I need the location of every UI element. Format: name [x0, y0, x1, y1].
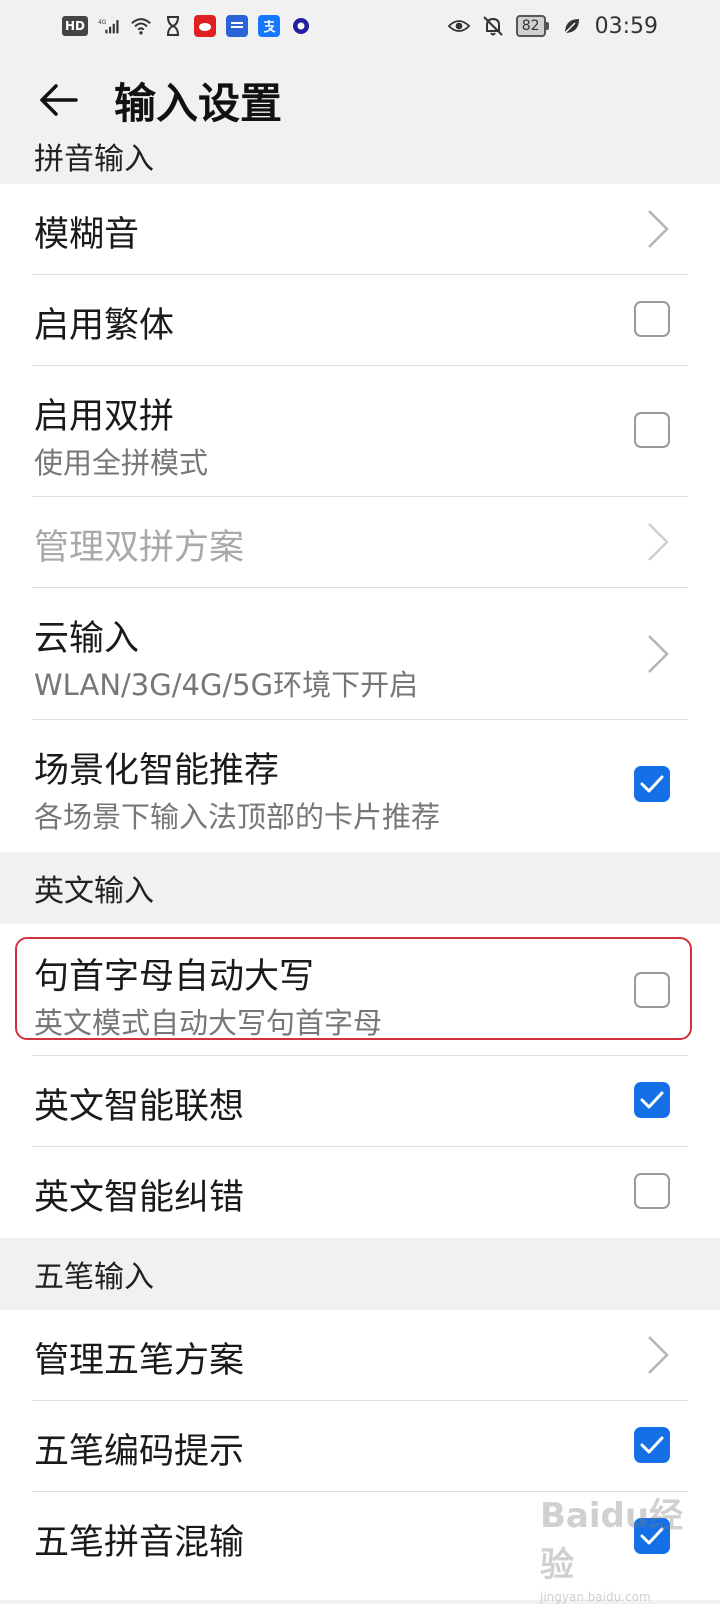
wubi-settings-group: 管理五笔方案 五笔编码提示 五笔拼音混输 — [0, 1310, 720, 1600]
english-autocorrect-checkbox[interactable] — [634, 1173, 670, 1209]
chevron-right-icon — [648, 635, 669, 673]
check-icon — [640, 775, 664, 793]
english-settings-group: 句首字母自动大写 英文模式自动大写句首字母 英文智能联想 英文智能纠错 — [0, 924, 720, 1238]
battery-icon: 82 — [515, 15, 549, 37]
row-english-autocorrect[interactable]: 英文智能纠错 — [0, 1147, 720, 1238]
news-app-icon — [226, 15, 249, 37]
check-icon — [640, 1436, 664, 1454]
battery-level: 82 — [515, 15, 546, 37]
back-button[interactable] — [30, 72, 86, 128]
row-manage-double-pinyin: 管理双拼方案 — [0, 497, 720, 588]
row-english-prediction[interactable]: 英文智能联想 — [0, 1056, 720, 1147]
row-cloud-input[interactable]: 云输入 WLAN/3G/4G/5G环境下开启 — [0, 588, 720, 720]
status-bar: HD 4G 82 03:59 — [0, 0, 720, 52]
chevron-right-icon — [648, 210, 669, 248]
section-header-wubi: 五笔输入 — [0, 1238, 720, 1310]
auto-capitalize-checkbox[interactable] — [634, 972, 670, 1008]
signal-icon: 4G — [98, 15, 120, 37]
page-title: 输入设置 — [114, 78, 283, 128]
row-wubi-pinyin-mix[interactable]: 五笔拼音混输 — [0, 1492, 720, 1600]
chevron-right-icon — [648, 1336, 669, 1374]
row-smart-recommend[interactable]: 场景化智能推荐 各场景下输入法顶部的卡片推荐 — [0, 720, 720, 852]
sina-icon — [194, 15, 217, 37]
wifi-icon — [130, 15, 152, 37]
app-bar: 输入设置 — [0, 52, 720, 148]
section-header-pinyin: 拼音输入 — [0, 140, 720, 184]
smart-recommend-checkbox[interactable] — [634, 766, 670, 802]
row-traditional-chinese[interactable]: 启用繁体 — [0, 275, 720, 366]
network-label: 4G — [98, 20, 107, 26]
section-header-english: 英文输入 — [0, 852, 720, 924]
bell-off-icon — [482, 15, 504, 37]
row-double-pinyin[interactable]: 启用双拼 使用全拼模式 — [0, 366, 720, 497]
english-prediction-checkbox[interactable] — [634, 1082, 670, 1118]
alipay-icon — [258, 15, 281, 37]
row-wubi-code-hint[interactable]: 五笔编码提示 — [0, 1401, 720, 1492]
pinyin-settings-group: 模糊音 启用繁体 启用双拼 使用全拼模式 管理双拼方案 云输入 WLAN/3G/… — [0, 184, 720, 852]
row-fuzzy-sound[interactable]: 模糊音 — [0, 184, 720, 275]
clock: 03:59 — [594, 13, 658, 39]
chevron-right-icon — [648, 523, 669, 561]
leaf-icon — [561, 15, 583, 37]
browser-icon — [290, 15, 312, 37]
double-pinyin-checkbox[interactable] — [634, 412, 670, 448]
row-auto-capitalize[interactable]: 句首字母自动大写 英文模式自动大写句首字母 — [0, 924, 720, 1056]
hourglass-icon — [162, 15, 184, 37]
hd-icon: HD — [62, 16, 89, 36]
row-manage-wubi[interactable]: 管理五笔方案 — [0, 1310, 720, 1401]
wubi-code-hint-checkbox[interactable] — [634, 1427, 670, 1463]
wubi-pinyin-mix-checkbox[interactable] — [634, 1518, 670, 1554]
arrow-left-icon — [40, 84, 78, 116]
eye-icon — [447, 15, 470, 37]
check-icon — [640, 1527, 664, 1545]
traditional-chinese-checkbox[interactable] — [634, 301, 670, 337]
check-icon — [640, 1091, 664, 1109]
